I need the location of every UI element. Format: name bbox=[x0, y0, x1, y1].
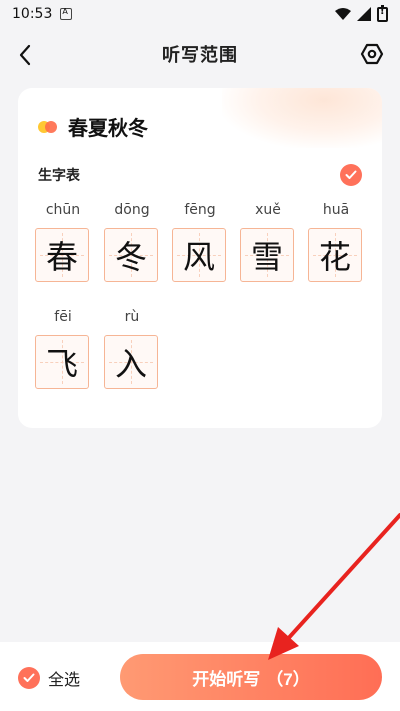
wifi-icon bbox=[335, 7, 351, 21]
status-time: 10:53 bbox=[12, 6, 53, 22]
lesson-title: 春夏秋冬 bbox=[68, 116, 148, 140]
back-arrow-icon bbox=[19, 44, 31, 66]
char-item[interactable]: rù 入 bbox=[104, 307, 160, 389]
char-text: 冬 bbox=[114, 238, 147, 276]
check-icon bbox=[23, 673, 35, 682]
pinyin-label: chūn bbox=[45, 202, 81, 218]
pinyin-label: fēi bbox=[54, 309, 72, 325]
char-text: 入 bbox=[114, 345, 147, 383]
char-item[interactable]: chūn 春 bbox=[35, 200, 91, 282]
char-text: 春 bbox=[45, 238, 78, 276]
start-dictation-button[interactable]: 开始听写 （7） bbox=[120, 654, 382, 700]
select-all-toggle[interactable]: 全选 bbox=[18, 666, 80, 690]
pinyin-label: xuě bbox=[255, 202, 281, 218]
bottom-bar: 全选 开始听写 （7） bbox=[0, 642, 400, 711]
pinyin-label: fēng bbox=[184, 202, 216, 218]
char-box: 入 bbox=[104, 335, 158, 389]
page-title: 听写范围 bbox=[162, 45, 238, 66]
check-icon bbox=[345, 170, 357, 179]
nav-bar: 听写范围 bbox=[0, 28, 400, 80]
pinyin-label: rù bbox=[124, 309, 140, 325]
status-bar: 10:53 bbox=[0, 0, 400, 28]
status-left: 10:53 bbox=[12, 6, 73, 22]
char-box: 风 bbox=[172, 228, 226, 282]
char-item[interactable]: xuě 雪 bbox=[240, 200, 296, 282]
pinyin-label: dōng bbox=[114, 202, 150, 218]
notification-app-icon bbox=[60, 7, 73, 20]
start-button-label: 开始听写 bbox=[192, 669, 261, 689]
section-label: 生字表 bbox=[38, 168, 80, 184]
char-box: 雪 bbox=[240, 228, 294, 282]
char-item[interactable]: dōng 冬 bbox=[104, 200, 160, 282]
battery-alert-icon bbox=[377, 4, 388, 22]
back-button[interactable] bbox=[10, 40, 40, 70]
char-item[interactable]: fēng 风 bbox=[172, 200, 228, 282]
decorative-pattern bbox=[222, 88, 382, 148]
settings-button[interactable] bbox=[358, 40, 386, 68]
char-text: 飞 bbox=[45, 345, 78, 383]
char-item[interactable]: fēi 飞 bbox=[35, 307, 91, 389]
char-box: 春 bbox=[35, 228, 89, 282]
char-box: 飞 bbox=[35, 335, 89, 389]
char-item[interactable]: huā 花 bbox=[308, 200, 364, 282]
section-row: 生字表 bbox=[38, 164, 362, 186]
start-button-count: （7） bbox=[266, 669, 310, 689]
signal-icon bbox=[357, 7, 371, 21]
status-right bbox=[335, 4, 388, 22]
pinyin-label: huā bbox=[322, 202, 350, 218]
char-box: 花 bbox=[308, 228, 362, 282]
char-text: 雪 bbox=[250, 238, 283, 276]
select-all-checkbox[interactable] bbox=[18, 667, 40, 689]
char-text: 风 bbox=[182, 238, 215, 276]
char-box: 冬 bbox=[104, 228, 158, 282]
char-text: 花 bbox=[318, 238, 351, 276]
settings-icon bbox=[360, 43, 384, 65]
select-all-label: 全选 bbox=[48, 670, 81, 689]
word-list-card: 春夏秋冬 生字表 chūn 春 dōng 冬 fēng 风 xuě 雪 huā … bbox=[18, 88, 382, 428]
section-select-checkbox[interactable] bbox=[340, 164, 362, 186]
lesson-header: 春夏秋冬 bbox=[38, 112, 148, 141]
lesson-dot-icon bbox=[38, 120, 60, 133]
